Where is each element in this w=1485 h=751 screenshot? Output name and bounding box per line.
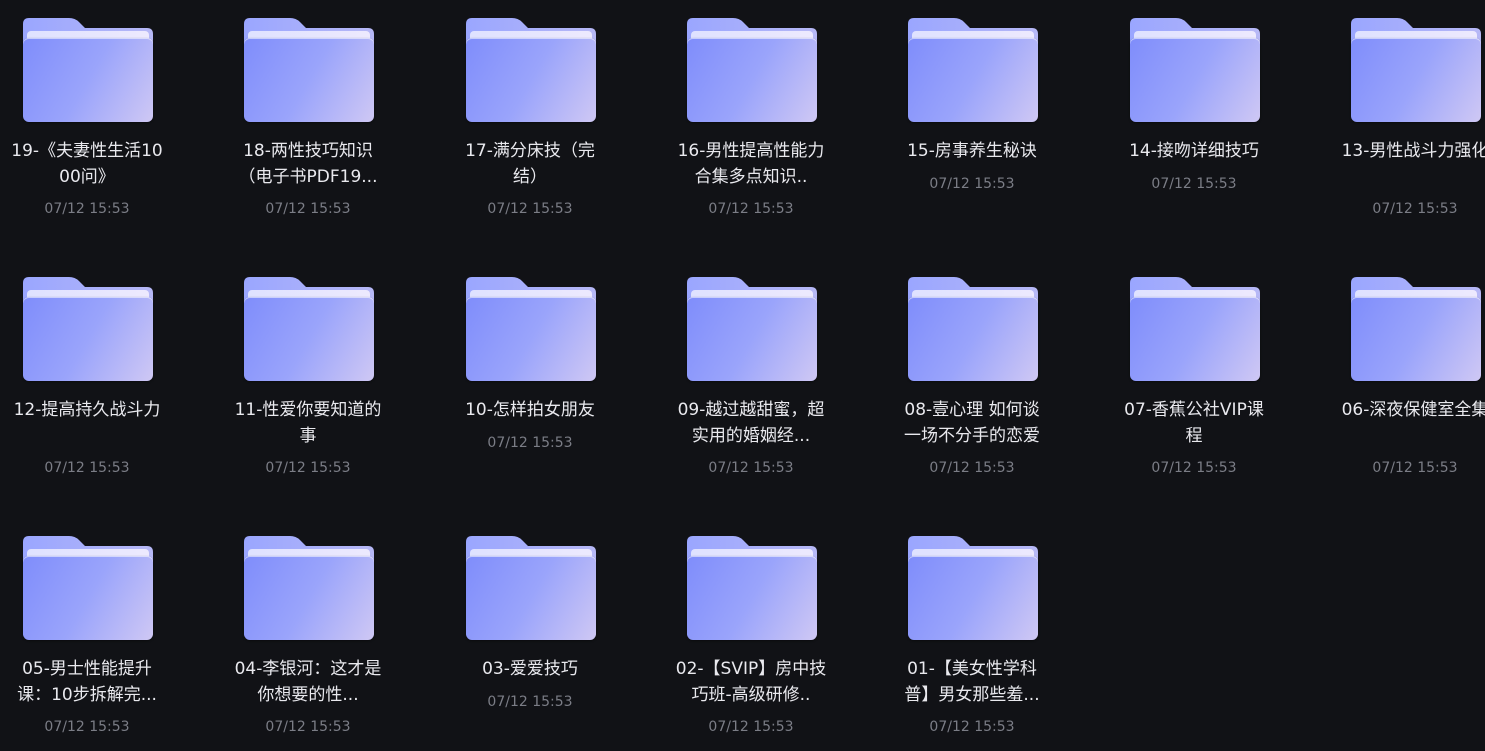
- folder-name: 07-香蕉公社VIP课程: [1124, 400, 1264, 446]
- folder-item-10[interactable]: 10-怎样拍女朋友 07/12 15:53: [430, 259, 630, 499]
- folder-name: 16-男性提高性能力合集多点知识..: [677, 141, 825, 187]
- folder-item-4[interactable]: 16-男性提高性能力合集多点知识.. 07/12 15:53: [651, 0, 851, 240]
- folder-date: 07/12 15:53: [265, 460, 351, 476]
- folder-icon: [23, 277, 153, 383]
- folder-icon: [687, 536, 817, 642]
- folder-item-19[interactable]: 01-【美女性学科普】男女那些羞... 07/12 15:53: [872, 518, 1072, 751]
- folder-item-17[interactable]: 03-爱爱技巧 07/12 15:53: [430, 518, 630, 751]
- folder-date: 07/12 15:53: [487, 694, 573, 710]
- folder-icon: [466, 18, 596, 124]
- folder-item-16[interactable]: 04-李银河：这才是你想要的性... 07/12 15:53: [208, 518, 408, 751]
- folder-name: 15-房事养生秘诀: [907, 141, 1037, 161]
- folder-date: 07/12 15:53: [265, 719, 351, 735]
- folder-date: 07/12 15:53: [708, 201, 794, 217]
- folder-item-15[interactable]: 05-男士性能提升课：10步拆解完... 07/12 15:53: [0, 518, 187, 751]
- folder-name: 14-接吻详细技巧: [1129, 141, 1259, 161]
- folder-icon: [244, 536, 374, 642]
- folder-item-9[interactable]: 11-性爱你要知道的事 07/12 15:53: [208, 259, 408, 499]
- folder-name: 01-【美女性学科普】男女那些羞...: [904, 659, 1040, 705]
- folder-date: 07/12 15:53: [44, 460, 130, 476]
- folder-item-6[interactable]: 14-接吻详细技巧 07/12 15:53: [1094, 0, 1294, 240]
- folder-date: 07/12 15:53: [44, 719, 130, 735]
- folder-item-1[interactable]: 19-《夫妻性生活1000问》 07/12 15:53: [0, 0, 187, 240]
- folder-date: 07/12 15:53: [929, 176, 1015, 192]
- folder-icon: [908, 536, 1038, 642]
- folder-name: 06-深夜保健室全集: [1341, 400, 1485, 420]
- folder-icon: [1130, 18, 1260, 124]
- folder-icon: [687, 18, 817, 124]
- folder-icon: [244, 277, 374, 383]
- folder-name: 04-李银河：这才是你想要的性...: [234, 659, 382, 705]
- folder-item-12[interactable]: 08-壹心理 如何谈一场不分手的恋爱 07/12 15:53: [872, 259, 1072, 499]
- folder-name: 05-男士性能提升课：10步拆解完...: [17, 659, 157, 705]
- folder-date: 07/12 15:53: [1372, 460, 1458, 476]
- folder-date: 07/12 15:53: [1151, 176, 1237, 192]
- folder-name: 13-男性战斗力强化: [1341, 141, 1485, 161]
- folder-grid: 19-《夫妻性生活1000问》 07/12 15:53 18-两性技巧知识（电子…: [0, 0, 1485, 751]
- folder-item-7[interactable]: 13-男性战斗力强化 07/12 15:53: [1315, 0, 1485, 240]
- folder-item-18[interactable]: 02-【SVIP】房中技巧班-高级研修.. 07/12 15:53: [651, 518, 851, 751]
- folder-date: 07/12 15:53: [708, 719, 794, 735]
- folder-name: 12-提高持久战斗力: [13, 400, 161, 420]
- folder-icon: [908, 277, 1038, 383]
- folder-icon: [1351, 18, 1481, 124]
- folder-date: 07/12 15:53: [929, 719, 1015, 735]
- folder-item-2[interactable]: 18-两性技巧知识（电子书PDF19... 07/12 15:53: [208, 0, 408, 240]
- folder-icon: [23, 536, 153, 642]
- folder-name: 08-壹心理 如何谈一场不分手的恋爱: [904, 400, 1040, 446]
- folder-name: 18-两性技巧知识（电子书PDF19...: [238, 141, 378, 187]
- folder-date: 07/12 15:53: [265, 201, 351, 217]
- folder-icon: [23, 18, 153, 124]
- folder-name: 02-【SVIP】房中技巧班-高级研修..: [675, 659, 827, 705]
- folder-date: 07/12 15:53: [1151, 460, 1237, 476]
- folder-date: 07/12 15:53: [487, 435, 573, 451]
- folder-item-13[interactable]: 07-香蕉公社VIP课程 07/12 15:53: [1094, 259, 1294, 499]
- folder-item-5[interactable]: 15-房事养生秘诀 07/12 15:53: [872, 0, 1072, 240]
- folder-name: 03-爱爱技巧: [482, 659, 578, 679]
- folder-item-3[interactable]: 17-满分床技（完结） 07/12 15:53: [430, 0, 630, 240]
- folder-item-8[interactable]: 12-提高持久战斗力 07/12 15:53: [0, 259, 187, 499]
- folder-icon: [908, 18, 1038, 124]
- folder-icon: [1351, 277, 1481, 383]
- folder-icon: [466, 277, 596, 383]
- folder-icon: [244, 18, 374, 124]
- folder-item-11[interactable]: 09-越过越甜蜜，超实用的婚姻经... 07/12 15:53: [651, 259, 851, 499]
- folder-name: 11-性爱你要知道的事: [234, 400, 382, 446]
- folder-icon: [466, 536, 596, 642]
- folder-date: 07/12 15:53: [487, 201, 573, 217]
- folder-name: 09-越过越甜蜜，超实用的婚姻经...: [677, 400, 825, 446]
- folder-item-14[interactable]: 06-深夜保健室全集 07/12 15:53: [1315, 259, 1485, 499]
- folder-name: 10-怎样拍女朋友: [465, 400, 595, 420]
- folder-icon: [1130, 277, 1260, 383]
- folder-name: 17-满分床技（完结）: [465, 141, 595, 187]
- folder-date: 07/12 15:53: [1372, 201, 1458, 217]
- folder-name: 19-《夫妻性生活1000问》: [11, 141, 163, 187]
- folder-date: 07/12 15:53: [708, 460, 794, 476]
- folder-icon: [687, 277, 817, 383]
- folder-date: 07/12 15:53: [929, 460, 1015, 476]
- folder-date: 07/12 15:53: [44, 201, 130, 217]
